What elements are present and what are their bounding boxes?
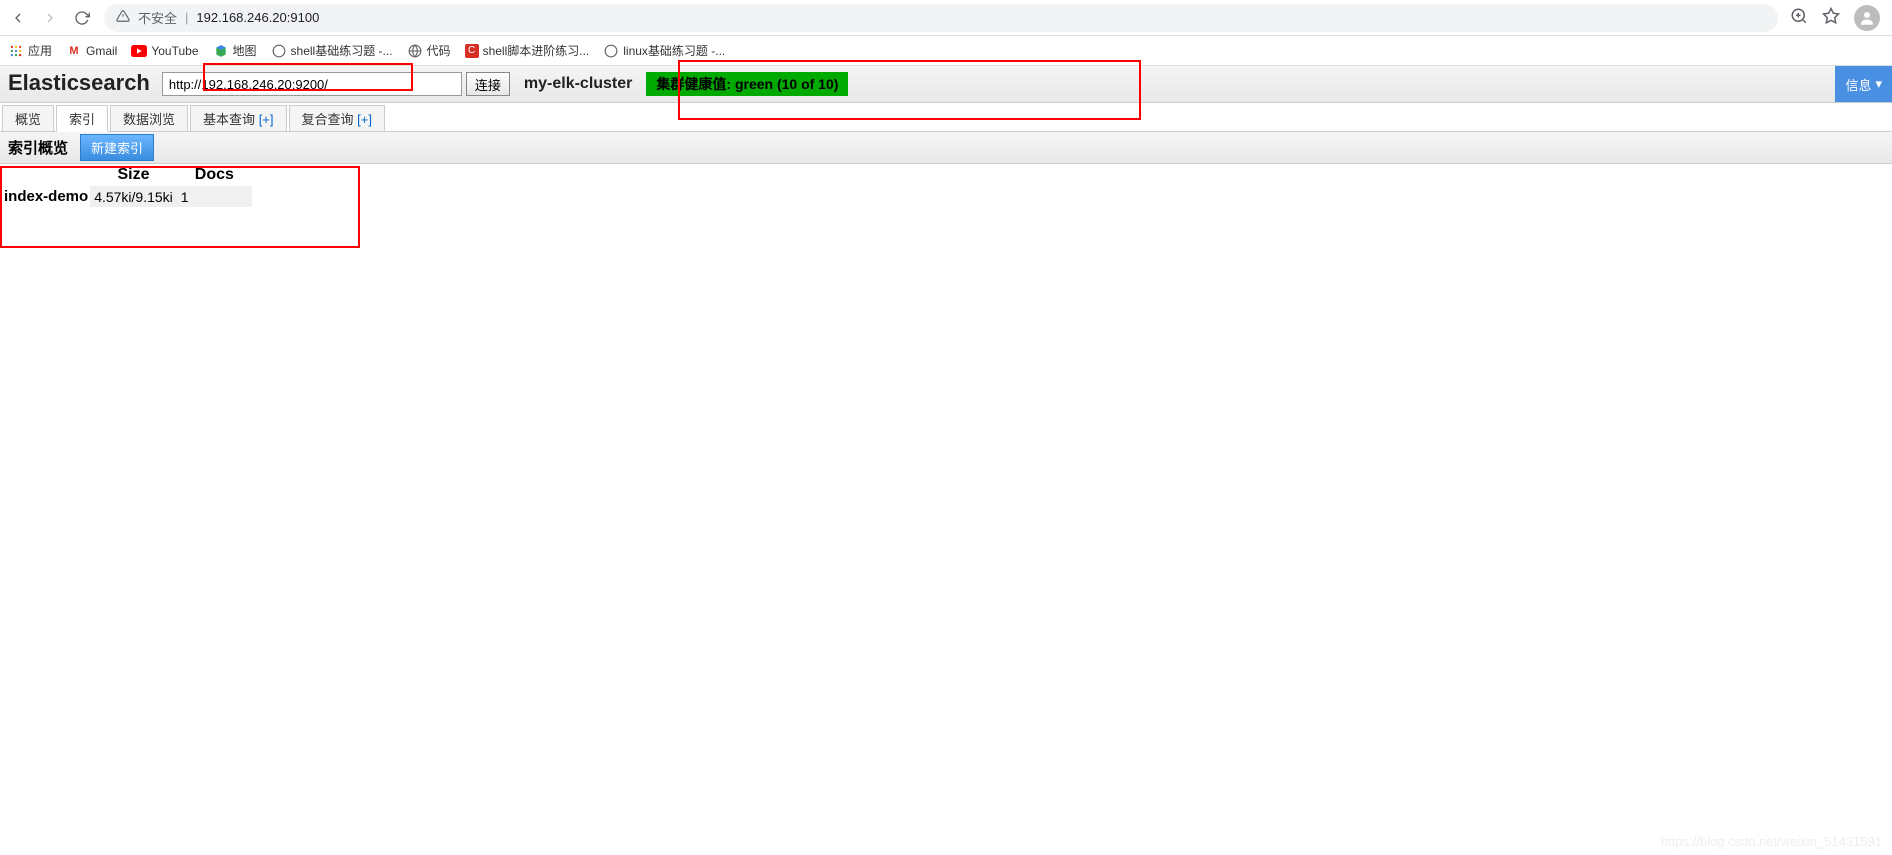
index-docs: 1 (177, 186, 252, 207)
col-docs: Docs (177, 164, 252, 186)
page-icon (603, 43, 619, 59)
security-warning-icon (116, 9, 130, 26)
star-icon[interactable] (1822, 7, 1840, 28)
es-tabs: 概览 索引 数据浏览 基本查询 [+] 复合查询 [+] (0, 103, 1892, 132)
plus-icon: [+] (357, 112, 372, 127)
apps-icon (8, 43, 24, 59)
page-icon (271, 43, 287, 59)
bookmark-code[interactable]: 代码 (407, 42, 451, 59)
zoom-icon[interactable] (1790, 7, 1808, 28)
bookmark-linux[interactable]: linux基础练习题 -... (603, 42, 725, 59)
index-overview-title: 索引概览 (4, 135, 72, 160)
tab-indices[interactable]: 索引 (56, 105, 108, 132)
gmail-icon: M (66, 43, 82, 59)
table-row[interactable]: index-demo 4.57ki/9.15ki 1 (0, 186, 252, 207)
globe-icon (407, 43, 423, 59)
info-button[interactable]: 信息 ▾ (1835, 66, 1892, 102)
forward-button[interactable] (40, 8, 60, 28)
apps-label: 应用 (28, 42, 52, 59)
bookmark-shell-basic[interactable]: shell基础练习题 -... (271, 42, 393, 59)
es-header: Elasticsearch 连接 my-elk-cluster 集群健康值: g… (0, 66, 1892, 103)
url-bar[interactable]: 不安全 | 192.168.246.20:9100 (104, 4, 1778, 32)
bookmark-maps[interactable]: 地图 (213, 42, 257, 59)
es-url-input[interactable] (162, 72, 462, 96)
security-label: 不安全 (138, 8, 177, 27)
index-table: Size Docs index-demo 4.57ki/9.15ki 1 (0, 164, 252, 207)
chevron-down-icon: ▾ (1875, 76, 1882, 92)
tab-browse[interactable]: 数据浏览 (110, 105, 188, 131)
youtube-icon (131, 43, 147, 59)
csdn-icon: C (465, 44, 479, 58)
back-button[interactable] (8, 8, 28, 28)
browser-toolbar: 不安全 | 192.168.246.20:9100 (0, 0, 1892, 36)
bookmark-shell-adv[interactable]: C shell脚本进阶练习... (465, 42, 590, 59)
col-size: Size (90, 164, 177, 186)
bookmark-youtube[interactable]: YouTube (131, 43, 198, 59)
es-logo: Elasticsearch (6, 70, 154, 98)
index-area: Size Docs index-demo 4.57ki/9.15ki 1 (0, 164, 1892, 207)
health-badge: 集群健康值: green (10 of 10) (646, 72, 848, 96)
bookmark-gmail[interactable]: M Gmail (66, 43, 117, 59)
cluster-name: my-elk-cluster (518, 75, 639, 93)
reload-button[interactable] (72, 8, 92, 28)
url-text: 192.168.246.20:9100 (196, 10, 319, 25)
tab-overview[interactable]: 概览 (2, 105, 54, 131)
new-index-button[interactable]: 新建索引 (80, 134, 154, 161)
tab-compound-query[interactable]: 复合查询 [+] (289, 105, 385, 131)
maps-icon (213, 43, 229, 59)
connect-button[interactable]: 连接 (466, 72, 510, 96)
watermark: https://blog.csdn.net/weixin_51431591 (1661, 834, 1882, 849)
profile-icon[interactable] (1854, 5, 1880, 31)
index-size: 4.57ki/9.15ki (90, 186, 177, 207)
bookmarks-bar: 应用 M Gmail YouTube 地图 shell基础练习题 -... 代码… (0, 36, 1892, 66)
index-name: index-demo (0, 186, 90, 207)
tab-basic-query[interactable]: 基本查询 [+] (190, 105, 286, 131)
plus-icon: [+] (259, 112, 274, 127)
index-toolbar: 索引概览 新建索引 (0, 132, 1892, 164)
apps-button[interactable]: 应用 (8, 42, 52, 59)
